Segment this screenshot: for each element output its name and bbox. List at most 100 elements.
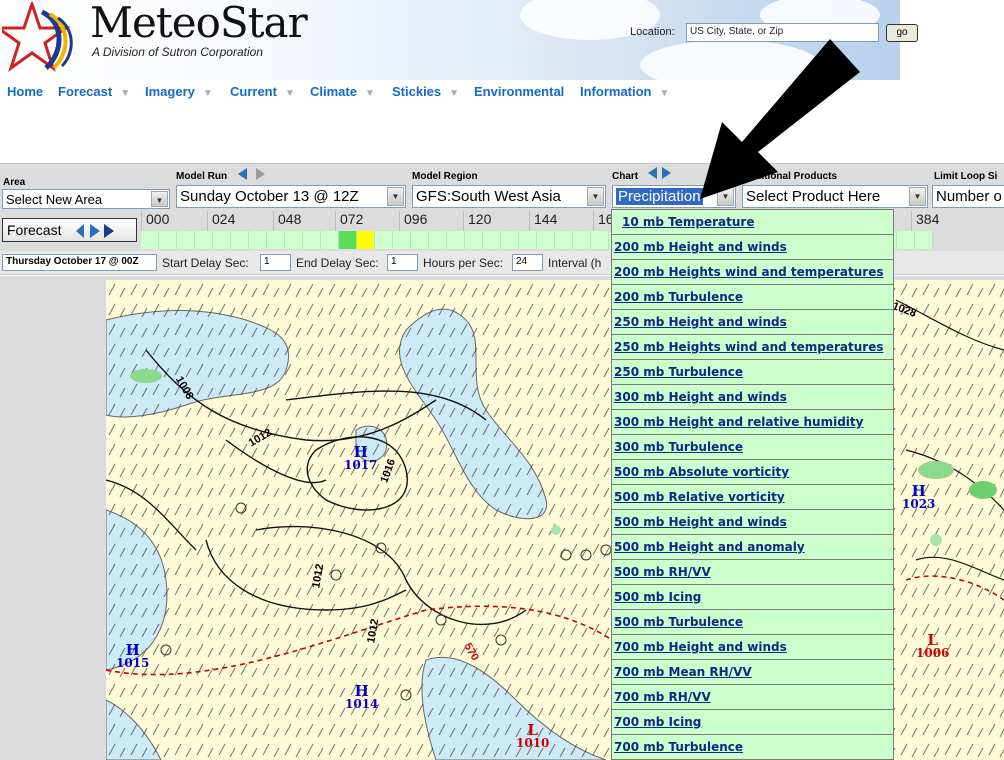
forecast-frame-cell[interactable] (537, 231, 555, 249)
forecast-hour-label[interactable]: 120 (463, 211, 491, 231)
nav-stickies[interactable]: Stickies ▼ (392, 84, 459, 99)
forecast-hour-label[interactable]: 072 (335, 211, 363, 231)
chart-option[interactable]: 200 mb Turbulence (612, 285, 893, 310)
forecast-hour-label[interactable]: 048 (273, 211, 301, 231)
chevron-down-icon[interactable]: ▼ (203, 88, 213, 99)
forecast-frame-cell[interactable] (519, 231, 537, 249)
nav-current[interactable]: Current ▼ (230, 84, 295, 99)
chart-option[interactable]: 700 mb RH/VV (612, 685, 893, 710)
chart-option[interactable]: 300 mb Height and relative humidity (612, 410, 893, 435)
forecast-frame-cell[interactable] (357, 231, 375, 249)
chart-option[interactable]: 700 mb Icing (612, 710, 893, 735)
prev-chart-arrow-icon[interactable] (648, 167, 657, 179)
chart-option[interactable]: 500 mb Height and anomaly (612, 535, 893, 560)
forecast-frame-cell[interactable] (573, 231, 591, 249)
forecast-frame-cell[interactable] (321, 231, 339, 249)
forecast-frame-cell[interactable] (411, 231, 429, 249)
hours-per-sec-input[interactable]: 24 (512, 254, 543, 271)
chart-option[interactable]: 500 mb RH/VV (612, 560, 893, 585)
chart-option[interactable]: 250 mb Heights wind and temperatures (612, 335, 893, 360)
high-pressure-center: H 1015 (116, 641, 150, 670)
chevron-down-icon[interactable]: ▼ (365, 88, 375, 99)
forecast-hour-label[interactable]: 024 (207, 211, 235, 231)
next-arrow-icon[interactable] (256, 168, 265, 180)
nav-home[interactable]: Home (7, 84, 43, 99)
chart-option[interactable]: 250 mb Turbulence (612, 360, 893, 385)
limit-loop-select[interactable]: Number o (932, 185, 1004, 208)
forecast-frame-cell[interactable] (141, 231, 159, 249)
forecast-frame-cell[interactable] (429, 231, 447, 249)
end-delay-input[interactable]: 1 (387, 254, 418, 271)
forecast-hour-label[interactable]: 384 (911, 211, 939, 231)
forecast-frame-cell[interactable] (591, 231, 609, 249)
brand-title: MeteoStar (90, 0, 308, 47)
forecast-hour-label[interactable]: 096 (399, 211, 427, 231)
chart-option[interactable]: 700 mb Turbulence (612, 735, 893, 759)
forecast-frame-cell[interactable] (231, 231, 249, 249)
model-run-select[interactable]: Sunday October 13 @ 12Z ▼ (176, 185, 406, 208)
forecast-frame-cell[interactable] (483, 231, 501, 249)
interval-label: Interval (h (548, 256, 602, 270)
prev-arrow-icon[interactable] (238, 168, 247, 180)
forecast-frame-cell[interactable] (915, 231, 933, 249)
forecast-frame-cell[interactable] (339, 231, 357, 249)
nav-imagery[interactable]: Imagery ▼ (145, 84, 213, 99)
chart-option[interactable]: 300 mb Turbulence (612, 435, 893, 460)
chevron-down-icon[interactable]: ▼ (285, 88, 295, 99)
chart-option[interactable]: 700 mb Height and winds (612, 635, 893, 660)
start-delay-input[interactable]: 1 (260, 254, 291, 271)
chevron-down-icon[interactable]: ▼ (449, 88, 459, 99)
model-region-select[interactable]: GFS:South West Asia ▼ (412, 185, 606, 208)
go-button[interactable]: go (886, 24, 918, 42)
forecast-frame-cell[interactable] (285, 231, 303, 249)
model-run-value: Sunday October 13 @ 12Z (180, 188, 359, 205)
valid-date-display: Thursday October 17 @ 00Z (2, 254, 157, 271)
forecast-frame-cell[interactable] (249, 231, 267, 249)
chart-option[interactable]: 200 mb Heights wind and temperatures (612, 260, 893, 285)
area-label: Area (3, 177, 26, 188)
forecast-hour-label[interactable]: 000 (141, 211, 169, 231)
chevron-down-icon[interactable]: ▼ (909, 187, 926, 206)
chart-option[interactable]: 500 mb Absolute vorticity (612, 460, 893, 485)
forecast-frame-cell[interactable] (555, 231, 573, 249)
nav-forecast[interactable]: Forecast ▼ (58, 84, 130, 99)
next-chart-arrow-icon[interactable] (662, 167, 671, 179)
chart-option[interactable]: 500 mb Height and winds (612, 510, 893, 535)
forecast-hour-label[interactable]: 144 (529, 211, 557, 231)
forecast-frame-cell[interactable] (447, 231, 465, 249)
loop-controls-icon[interactable] (76, 224, 116, 238)
chart-option[interactable]: 500 mb Relative vorticity (612, 485, 893, 510)
meteostar-logo-icon[interactable] (2, 2, 82, 74)
limit-loop-label: Limit Loop Si (934, 171, 998, 182)
forecast-loop-button[interactable]: Forecast (2, 218, 137, 242)
chart-option[interactable]: 500 mb Icing (612, 585, 893, 610)
chevron-down-icon[interactable]: ▼ (660, 88, 670, 99)
forecast-frame-cell[interactable] (501, 231, 519, 249)
area-select[interactable]: Select New Area ▼ (2, 189, 170, 209)
forecast-frame-cell[interactable] (267, 231, 285, 249)
low-pressure-center: L 1006 (916, 631, 950, 660)
high-pressure-center: H 1014 (345, 682, 379, 711)
chevron-down-icon[interactable]: ▼ (387, 187, 404, 206)
forecast-frame-cell[interactable] (213, 231, 231, 249)
chart-option[interactable]: 700 mb Mean RH/VV (612, 660, 893, 685)
chart-option[interactable]: 250 mb Height and winds (612, 310, 893, 335)
chevron-down-icon[interactable]: ▼ (120, 88, 130, 99)
forecast-frame-cell[interactable] (303, 231, 321, 249)
chart-option[interactable]: 500 mb Turbulence (612, 610, 893, 635)
forecast-frame-cell[interactable] (393, 231, 411, 249)
forecast-frame-cell[interactable] (159, 231, 177, 249)
chevron-down-icon[interactable]: ▼ (151, 191, 168, 207)
forecast-frame-cell[interactable] (465, 231, 483, 249)
forecast-frame-cell[interactable] (375, 231, 393, 249)
chart-option[interactable]: 10 mb Temperature (612, 210, 893, 235)
nav-environmental[interactable]: Environmental (474, 84, 564, 99)
nav-information[interactable]: Information ▼ (580, 84, 669, 99)
forecast-frame-cell[interactable] (897, 231, 915, 249)
forecast-frame-cell[interactable] (195, 231, 213, 249)
forecast-frame-cell[interactable] (177, 231, 195, 249)
chevron-down-icon[interactable]: ▼ (587, 187, 604, 206)
chart-option[interactable]: 300 mb Height and winds (612, 385, 893, 410)
chart-option[interactable]: 200 mb Height and winds (612, 235, 893, 260)
nav-climate[interactable]: Climate ▼ (310, 84, 375, 99)
